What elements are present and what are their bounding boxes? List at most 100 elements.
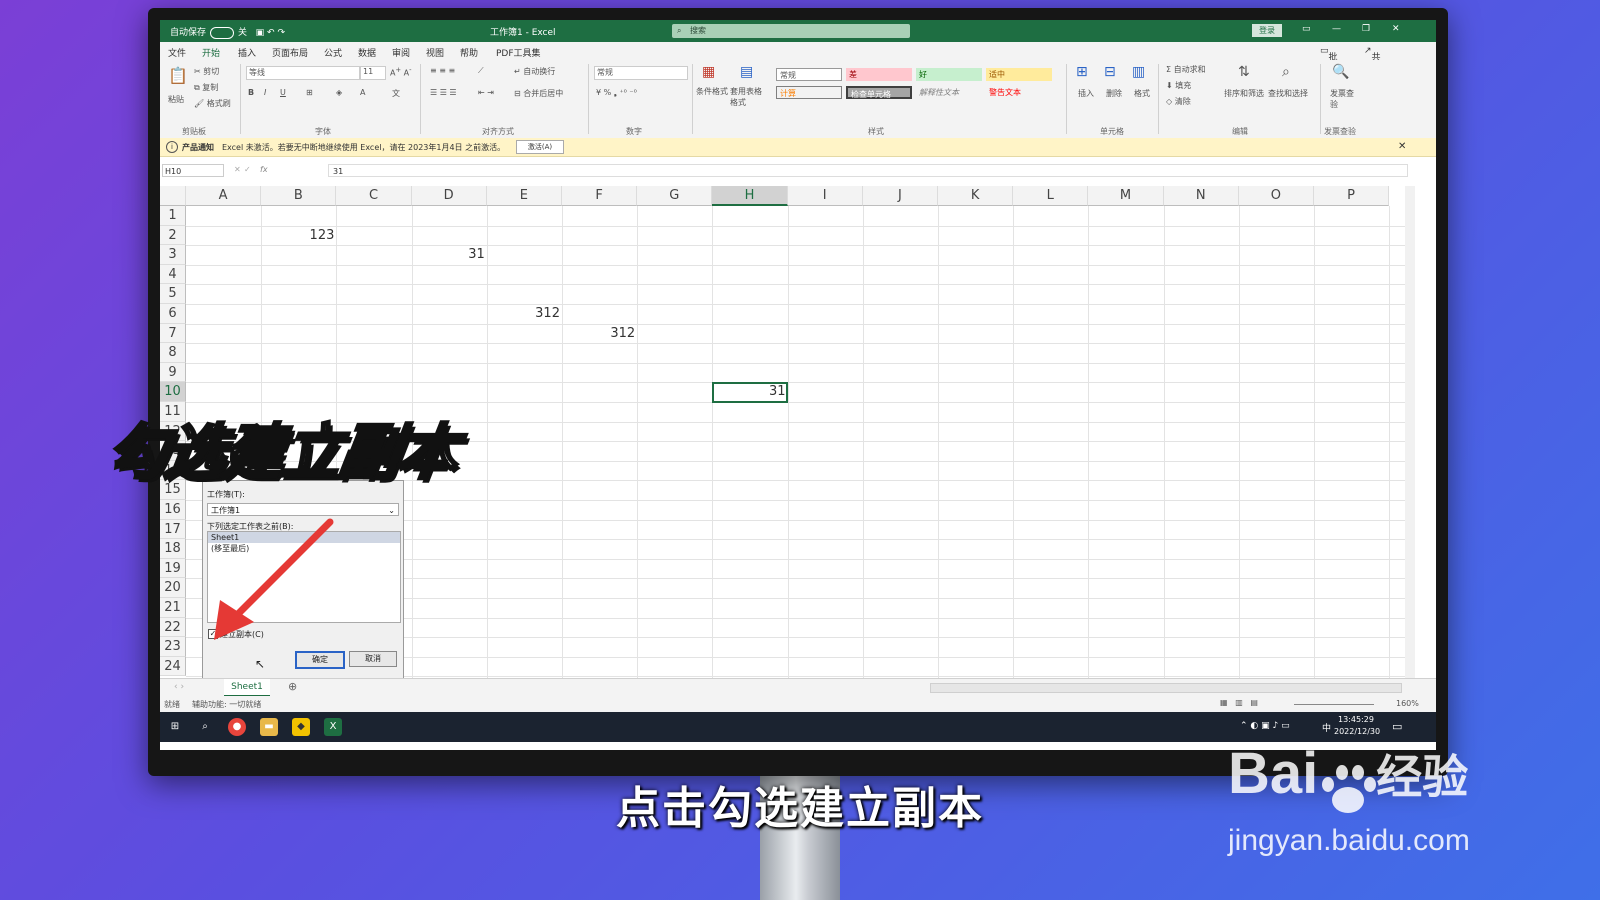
column-header-f[interactable]: F [562,186,638,206]
menu-help[interactable]: 帮助 [460,46,478,59]
menu-review[interactable]: 审阅 [392,46,410,59]
column-header-p[interactable]: P [1314,186,1390,206]
enter-icon[interactable]: ✓ [244,165,251,174]
horizontal-scrollbar[interactable] [930,683,1402,693]
ime-indicator[interactable]: 中 [1322,721,1331,734]
sort-filter-label[interactable]: 排序和筛选 [1224,88,1264,99]
cell-f7[interactable]: 312 [562,324,637,344]
create-copy-label[interactable]: 建立副本(C) [220,629,264,640]
invoice-check-label[interactable]: 发票查验 [1330,88,1354,110]
format-painter-button[interactable]: 🖌 格式刷 [194,98,231,109]
style-warning[interactable]: 警告文本 [986,86,1052,99]
row-header-10[interactable]: 10 [160,382,186,402]
column-header-h[interactable]: H [712,186,788,206]
zoom-level[interactable]: 160% [1396,699,1419,708]
phonetic-icon[interactable]: 文 [392,88,400,99]
paste-label[interactable]: 粘贴 [168,94,184,105]
row-header-24[interactable]: 24 [160,656,186,677]
column-header-c[interactable]: C [336,186,412,206]
table-format-label[interactable]: 套用表格格式 [730,86,766,108]
column-header-m[interactable]: M [1088,186,1164,206]
border-icon[interactable]: ⊞ [306,88,313,97]
delete-cells-label[interactable]: 删除 [1106,88,1122,99]
row-header-17[interactable]: 17 [160,519,186,540]
format-cells-label[interactable]: 格式 [1134,88,1150,99]
bold-icon[interactable]: B [248,88,254,97]
file-explorer-icon[interactable]: ▬ [260,718,278,736]
column-header-l[interactable]: L [1013,186,1089,206]
minimize-icon[interactable]: — [1332,24,1341,34]
row-header-16[interactable]: 16 [160,500,186,520]
underline-icon[interactable]: U [280,88,286,97]
style-bad[interactable]: 差 [846,68,912,81]
clock-date[interactable]: 2022/12/30 [1334,727,1380,736]
add-sheet-icon[interactable]: ⊕ [288,680,297,693]
row-header-22[interactable]: 22 [160,617,186,638]
cell-e6[interactable]: 312 [487,304,562,324]
cell-b2[interactable]: 123 [261,226,336,246]
format-cells-icon[interactable]: ▥ [1132,64,1145,80]
orientation-icon[interactable]: ⟋ [478,66,484,76]
font-color-icon[interactable]: A [360,88,365,97]
column-header-o[interactable]: O [1238,186,1314,206]
cut-button[interactable]: ✂ 剪切 [194,66,219,77]
row-header-8[interactable]: 8 [160,343,186,363]
search-box[interactable]: ⌕ 搜索 [672,24,910,38]
currency-icon[interactable]: ¥ % ❟ ⁺⁰ ⁻⁰ [596,88,637,98]
column-header-g[interactable]: G [637,186,713,206]
cell-d3[interactable]: 31 [412,245,487,265]
select-all-corner[interactable] [160,186,186,206]
accessibility-status[interactable]: 辅助功能: 一切就绪 [192,699,261,710]
column-header-i[interactable]: I [787,186,863,206]
insert-cells-icon[interactable]: ⊞ [1076,64,1088,80]
row-header-2[interactable]: 2 [160,225,186,246]
list-item[interactable]: Sheet1 [208,532,400,543]
row-header-20[interactable]: 20 [160,578,186,598]
paste-icon[interactable]: 📋 [168,66,188,85]
invoice-check-icon[interactable]: 🔍 [1332,64,1349,80]
name-box[interactable]: H10 [162,164,224,177]
fill-color-icon[interactable]: ◈ [336,88,342,97]
number-format-select[interactable]: 常规 [594,66,688,80]
zoom-slider[interactable] [1294,704,1374,705]
style-check-cell[interactable]: 检查单元格 [846,86,912,99]
menu-page-layout[interactable]: 页面布局 [272,46,308,59]
fx-icon[interactable]: fx [260,165,268,174]
autosave[interactable]: 自动保存 关 ▣ ↶ ↷ [170,25,285,39]
redo-icon[interactable]: ↷ [277,28,285,38]
clock-time[interactable]: 13:45:29 [1338,715,1374,724]
view-normal-icon[interactable]: ▦ ▥ ▤ [1220,698,1258,707]
vertical-scrollbar[interactable] [1405,186,1415,678]
row-header-18[interactable]: 18 [160,539,186,559]
column-header-k[interactable]: K [938,186,1014,206]
row-header-1[interactable]: 1 [160,206,186,226]
notification-center-icon[interactable]: ▭ [1392,720,1402,733]
column-header-b[interactable]: B [261,186,337,206]
login-button[interactable]: 登录 [1252,24,1282,37]
excel-taskbar-icon[interactable]: X [324,718,342,736]
close-notification-icon[interactable]: ✕ [1398,141,1406,152]
formula-input[interactable]: 31 [328,164,1408,177]
menu-view[interactable]: 视图 [426,46,444,59]
column-header-j[interactable]: J [862,186,938,206]
autosave-toggle[interactable] [210,26,235,39]
search-icon[interactable]: ⌕ [196,718,214,736]
cancel-icon[interactable]: ✕ [234,165,241,174]
menu-insert[interactable]: 插入 [238,46,256,59]
style-calculation[interactable]: 计算 [776,86,842,99]
close-icon[interactable]: ✕ [1392,24,1400,34]
row-header-6[interactable]: 6 [160,304,186,324]
copy-button[interactable]: ⧉ 复制 [194,82,218,93]
merge-center-button[interactable]: ⊟ 合并后居中 [514,88,563,99]
font-size-select[interactable]: 11 [360,66,386,80]
comment-button[interactable]: ▭ 批注 [1320,46,1338,76]
sheet-list[interactable]: Sheet1 (移至最后) [207,531,401,623]
ribbon-display-icon[interactable]: ▭ [1302,24,1311,34]
menu-pdf-tools[interactable]: PDF工具集 [496,46,541,59]
clear-button[interactable]: ◇ 清除 [1166,96,1191,107]
row-header-5[interactable]: 5 [160,284,186,304]
windows-start-icon[interactable]: ⊞ [166,718,184,736]
column-header-a[interactable]: A [186,186,262,206]
find-select-label[interactable]: 查找和选择 [1268,88,1308,99]
style-normal[interactable]: 常规 [776,68,842,81]
